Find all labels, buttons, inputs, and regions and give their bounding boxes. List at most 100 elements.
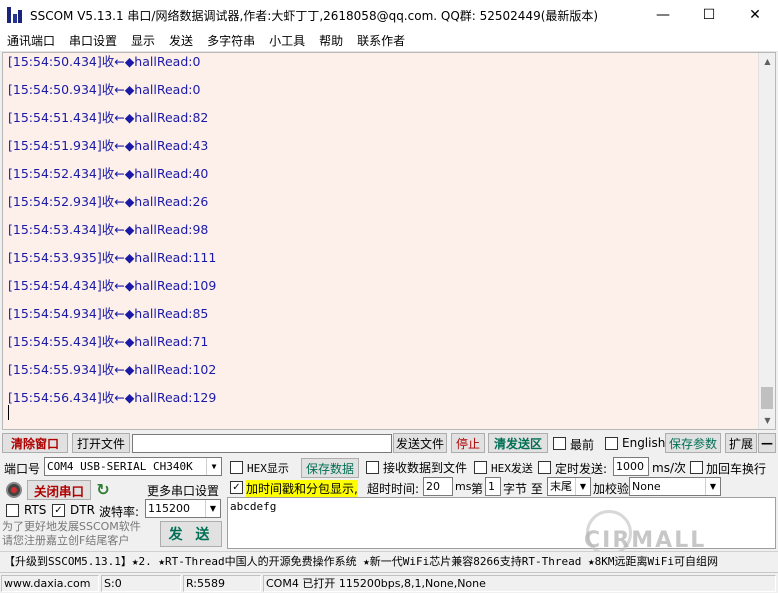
interval-unit: ms/次 (652, 461, 686, 475)
byte-to-label: 字节 至 (503, 482, 543, 496)
timeout-unit: ms (455, 480, 472, 493)
news-ticker[interactable]: 【升级到SSCOM5.13.1】★2. ★RT-Thread中国人的开源免费操作… (0, 551, 778, 571)
maximize-button[interactable]: ☐ (686, 0, 732, 30)
menu-tools[interactable]: 小工具 (262, 32, 312, 49)
receive-line: [15:54:50.934]收←◆hallRead:0 (8, 82, 201, 97)
receive-scrollbar[interactable]: ▲ ▼ (758, 53, 775, 429)
collapse-button[interactable]: — (758, 433, 776, 453)
timed-send-checkbox[interactable] (538, 461, 551, 474)
receive-line: [15:54:54.934]收←◆hallRead:85 (8, 306, 209, 321)
baud-select[interactable]: 115200 ▼ (145, 499, 221, 518)
port-select-value: COM4 USB-SERIAL CH340K (47, 460, 193, 473)
clear-window-button[interactable]: 清除窗口 (2, 433, 68, 453)
receive-line: [15:54:53.935]收←◆hallRead:111 (8, 250, 217, 265)
app-logo-icon (6, 6, 24, 24)
text-cursor (8, 405, 9, 420)
hex-display-label: HEX显示 (247, 462, 289, 475)
clear-send-button[interactable]: 清发送区 (488, 433, 548, 453)
receive-line: [15:54:56.434]收←◆hallRead:129 (8, 390, 217, 405)
title-bar: SSCOM V5.13.1 串口/网络数据调试器,作者:大虾丁丁,2618058… (0, 0, 778, 30)
menu-multi-string[interactable]: 多字符串 (200, 32, 262, 49)
window-title: SSCOM V5.13.1 串口/网络数据调试器,作者:大虾丁丁,2618058… (30, 8, 599, 23)
status-sent-count: S:0 (101, 575, 181, 592)
receive-line: [15:54:50.434]收←◆hallRead:0 (8, 54, 201, 69)
english-checkbox[interactable] (605, 437, 618, 450)
close-button[interactable]: ✕ (732, 0, 778, 30)
receive-area[interactable]: [15:54:50.434]收←◆hallRead:0 [15:54:50.93… (2, 52, 776, 430)
stop-button[interactable]: 停止 (451, 433, 485, 453)
status-bar: www.daxia.com S:0 R:5589 COM4 已打开 115200… (0, 572, 778, 593)
hint-line-2: 请您注册嘉立创F结尾客户 (2, 534, 130, 547)
port-status-icon (6, 482, 22, 498)
byte-end-select[interactable]: 末尾 ▼ (547, 477, 591, 496)
menu-serial-settings[interactable]: 串口设置 (62, 32, 124, 49)
recv-to-file-checkbox[interactable] (366, 461, 379, 474)
scroll-thumb[interactable] (761, 387, 773, 409)
open-file-button[interactable]: 打开文件 (72, 433, 130, 453)
menu-send[interactable]: 发送 (162, 32, 200, 49)
checksum-label: 加校验 (593, 482, 630, 496)
nth-byte-input[interactable]: 1 (485, 477, 501, 496)
save-data-button[interactable]: 保存数据 (301, 458, 359, 478)
hex-display-checkbox[interactable] (230, 461, 243, 474)
interval-input[interactable]: 1000 (613, 457, 649, 476)
send-file-button[interactable]: 发送文件 (393, 433, 447, 453)
timeout-label: 超时时间: (367, 482, 420, 496)
hex-send-checkbox[interactable] (474, 461, 487, 474)
status-received-count: R:5589 (183, 575, 261, 592)
topmost-checkbox[interactable] (553, 437, 566, 450)
timeout-input[interactable]: 20 (423, 477, 453, 496)
add-newline-checkbox[interactable] (690, 461, 703, 474)
menu-contact-author[interactable]: 联系作者 (350, 32, 412, 49)
register-hint[interactable]: 为了更好地发展SSCOM软件 请您注册嘉立创F结尾客户 (2, 520, 141, 548)
receive-line: [15:54:52.434]收←◆hallRead:40 (8, 166, 209, 181)
rts-label: RTS (24, 503, 47, 517)
scroll-up-icon[interactable]: ▲ (759, 53, 775, 70)
minimize-button[interactable]: — (640, 0, 686, 30)
checksum-value: None (632, 480, 661, 493)
topmost-label: 最前 (570, 438, 595, 452)
receive-line: [15:54:55.934]收←◆hallRead:102 (8, 362, 217, 377)
recv-to-file-label: 接收数据到文件 (383, 461, 468, 475)
receive-line: [15:54:51.934]收←◆hallRead:43 (8, 138, 209, 153)
receive-line: [15:54:55.434]收←◆hallRead:71 (8, 334, 209, 349)
timed-send-label: 定时发送: (555, 462, 608, 476)
receive-line: [15:54:52.934]收←◆hallRead:26 (8, 194, 209, 209)
english-label: English (622, 436, 666, 450)
nth-label: 第 (471, 482, 484, 496)
receive-line: [15:54:54.434]收←◆hallRead:109 (8, 278, 217, 293)
status-website[interactable]: www.daxia.com (1, 575, 99, 592)
chevron-down-icon: ▼ (705, 478, 720, 495)
rts-checkbox[interactable] (6, 504, 19, 517)
send-button[interactable]: 发 送 (160, 521, 222, 547)
timestamp-label: 加时间戳和分包显示, (246, 480, 358, 497)
hint-line-1: 为了更好地发展SSCOM软件 (2, 520, 141, 533)
expand-button[interactable]: 扩展 (725, 433, 757, 453)
receive-line: [15:54:51.434]收←◆hallRead:82 (8, 110, 209, 125)
save-params-button[interactable]: 保存参数 (665, 433, 721, 453)
baud-label: 波特率: (99, 505, 140, 519)
scroll-down-icon[interactable]: ▼ (759, 412, 775, 429)
add-newline-label: 加回车换行 (706, 462, 767, 476)
port-select[interactable]: COM4 USB-SERIAL CH340K ▼ (44, 457, 222, 476)
menu-help[interactable]: 帮助 (312, 32, 350, 49)
receive-line: [15:54:53.434]收←◆hallRead:98 (8, 222, 209, 237)
baud-value: 115200 (148, 502, 190, 515)
menu-display[interactable]: 显示 (124, 32, 162, 49)
port-label: 端口号 (4, 462, 41, 476)
status-port-info: COM4 已打开 115200bps,8,1,None,None (263, 575, 776, 592)
byte-end-value: 末尾 (550, 480, 572, 493)
dtr-label: DTR (70, 503, 95, 517)
menu-comm-port[interactable]: 通讯端口 (0, 32, 62, 49)
close-port-button[interactable]: 关闭串口 (27, 480, 91, 500)
chevron-down-icon: ▼ (205, 500, 220, 517)
file-path-input[interactable] (132, 434, 392, 453)
chevron-down-icon: ▼ (206, 458, 221, 475)
hex-send-label: HEX发送 (491, 462, 533, 475)
dtr-checkbox[interactable]: ✓ (52, 504, 65, 517)
checksum-select[interactable]: None ▼ (629, 477, 721, 496)
refresh-icon[interactable]: ↻ (94, 481, 112, 499)
timestamp-checkbox[interactable]: ✓ (230, 481, 243, 494)
more-serial-settings-button[interactable]: 更多串口设置 (145, 480, 221, 500)
watermark-text: CIRMALL (584, 528, 707, 553)
